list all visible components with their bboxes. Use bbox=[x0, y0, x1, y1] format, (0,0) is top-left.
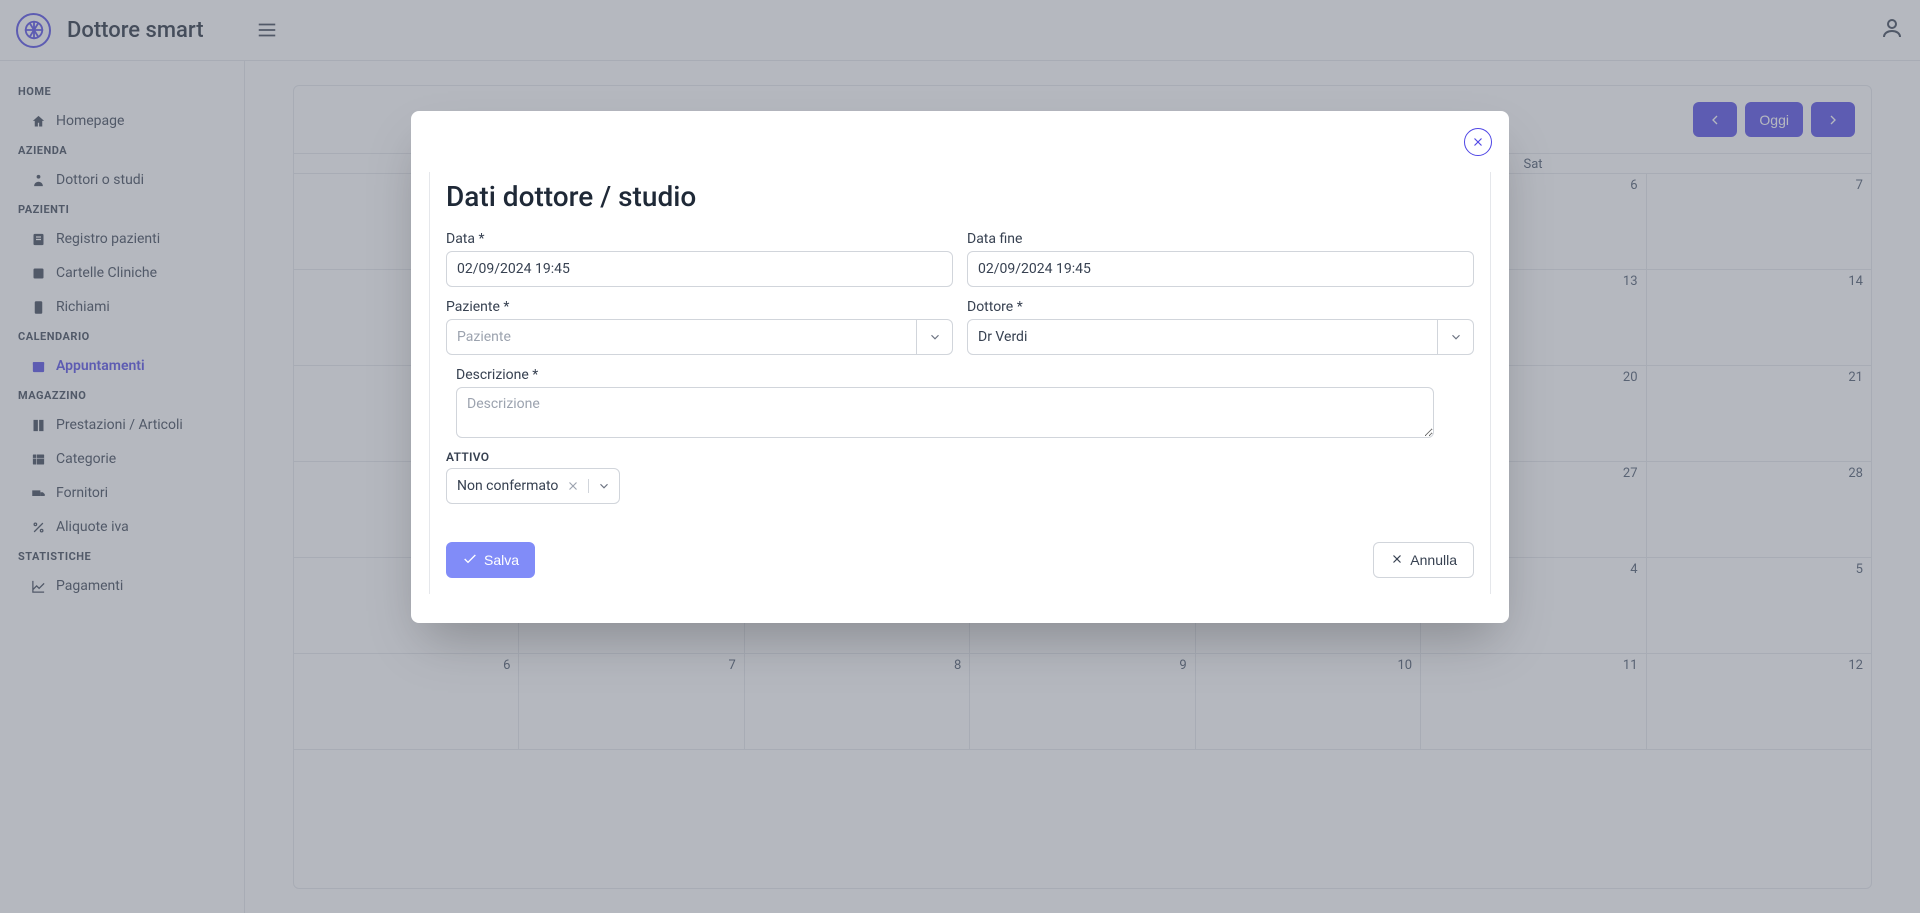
field-data: Data * bbox=[446, 231, 953, 287]
close-icon bbox=[1390, 552, 1404, 569]
dottore-dropdown-button[interactable] bbox=[1438, 319, 1474, 355]
field-descrizione: Descrizione * bbox=[446, 367, 1474, 438]
label-paziente: Paziente * bbox=[446, 299, 953, 315]
input-descrizione[interactable] bbox=[456, 387, 1434, 438]
modal-footer: Salva Annulla bbox=[446, 542, 1474, 578]
label-data: Data * bbox=[446, 231, 953, 247]
attivo-chevron-icon[interactable] bbox=[588, 479, 611, 493]
input-paziente[interactable] bbox=[446, 319, 917, 355]
input-data-fine[interactable] bbox=[967, 251, 1474, 287]
field-paziente: Paziente * bbox=[446, 299, 953, 355]
input-data[interactable] bbox=[446, 251, 953, 287]
input-dottore[interactable] bbox=[967, 319, 1438, 355]
label-dottore: Dottore * bbox=[967, 299, 1474, 315]
field-data-fine: Data fine bbox=[967, 231, 1474, 287]
modal-close-button[interactable] bbox=[1464, 128, 1492, 156]
field-dottore: Dottore * bbox=[967, 299, 1474, 355]
attivo-clear-icon[interactable] bbox=[566, 479, 580, 493]
modal-dialog: Dati dottore / studio Data * Data fine P… bbox=[411, 111, 1509, 623]
modal-body: Dati dottore / studio Data * Data fine P… bbox=[429, 172, 1491, 594]
select-attivo[interactable]: Non confermato bbox=[446, 468, 620, 504]
paziente-dropdown-button[interactable] bbox=[917, 319, 953, 355]
save-button-label: Salva bbox=[484, 552, 519, 568]
save-button[interactable]: Salva bbox=[446, 542, 535, 578]
label-data-fine: Data fine bbox=[967, 231, 1474, 247]
modal-overlay[interactable]: Dati dottore / studio Data * Data fine P… bbox=[0, 0, 1920, 913]
label-descrizione: Descrizione * bbox=[456, 367, 1434, 383]
attivo-value: Non confermato bbox=[457, 478, 558, 494]
cancel-button-label: Annulla bbox=[1410, 552, 1457, 568]
cancel-button[interactable]: Annulla bbox=[1373, 542, 1474, 578]
modal-title: Dati dottore / studio bbox=[446, 172, 1474, 231]
label-attivo: ATTIVO bbox=[446, 450, 1474, 464]
check-icon bbox=[462, 551, 478, 570]
